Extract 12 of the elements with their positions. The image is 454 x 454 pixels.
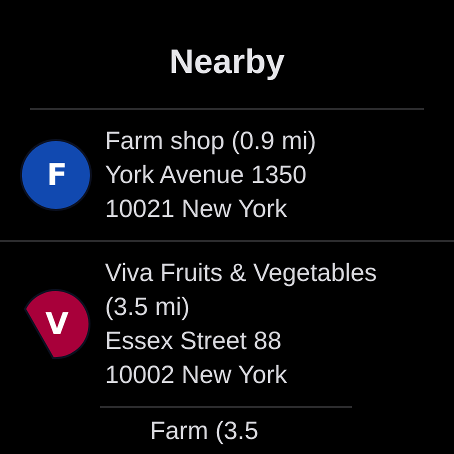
place-name: Viva Fruits & Vegetables (3.5 mi) bbox=[105, 258, 378, 323]
place-city: 10002 New York bbox=[105, 360, 288, 391]
place-item[interactable]: F Farm shop (0.9 mi) York Avenue 1350 10021 New York bbox=[0, 110, 454, 240]
place-city: 10021 New York bbox=[105, 194, 288, 225]
place-item[interactable]: V Viva Fruits & Vegetables (3.5 mi) Essex Street 88 10002 New York bbox=[0, 242, 454, 406]
avatar-initial: V bbox=[44, 306, 70, 344]
place-address: Essex Street 88 bbox=[105, 326, 282, 357]
place-name: Farm shop (0.9 mi) bbox=[105, 126, 318, 157]
place-name[interactable]: Farm (3.5 bbox=[150, 417, 258, 445]
avatar-initial: F bbox=[46, 156, 68, 194]
place-address: York Avenue 1350 bbox=[105, 160, 308, 191]
screen-title: Nearby bbox=[169, 42, 285, 83]
